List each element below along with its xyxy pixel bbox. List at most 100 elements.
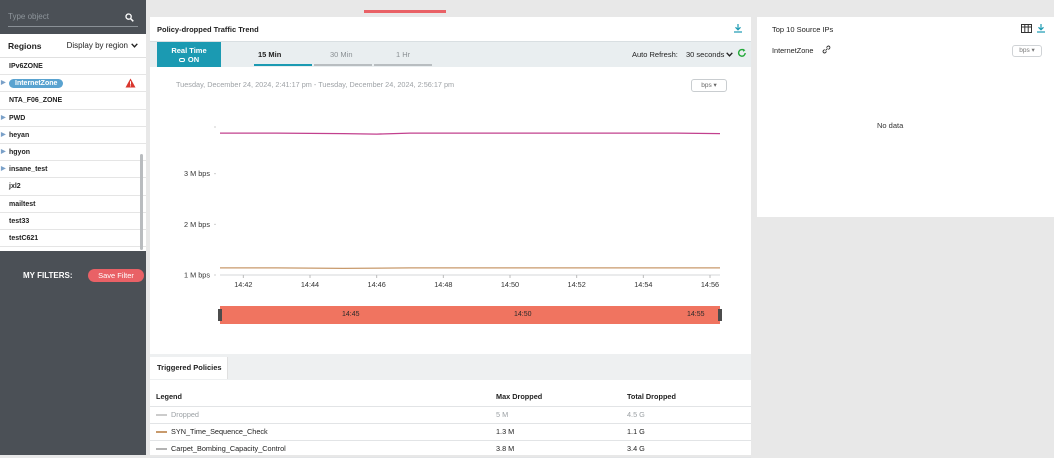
max-dropped-cell: 3.8 M xyxy=(490,440,621,458)
navigator-label: 14:45 xyxy=(342,311,360,318)
object-search xyxy=(8,12,138,27)
time-navigator[interactable]: 14:45 14:50 14:55 xyxy=(218,306,722,324)
total-dropped-cell: 4.5 G xyxy=(621,406,751,424)
traffic-trend-panel: Policy-dropped Traffic Trend Real Time O… xyxy=(150,17,751,458)
column-header-max-dropped: Max Dropped xyxy=(490,387,621,407)
regions-panel: Regions Display by region IPv6ZONE ▶ Inter… xyxy=(0,34,146,251)
y-tick-mark xyxy=(214,274,216,276)
x-tick-label: 14:54 xyxy=(634,280,652,289)
x-tick-label: 14:56 xyxy=(701,280,719,289)
regions-title: Regions xyxy=(8,40,42,51)
table-row[interactable]: SYN_Time_Sequence_Check 1.3 M 1.1 G xyxy=(150,423,751,441)
sidebar: Regions Display by region IPv6ZONE▶Inter… xyxy=(0,0,146,455)
zone-label: InternetZone xyxy=(772,46,814,55)
max-dropped-cell: 5 M xyxy=(490,406,621,424)
expand-caret-icon[interactable]: ▶ xyxy=(1,75,6,92)
column-header-total-dropped: Total Dropped xyxy=(621,387,751,407)
max-dropped-cell: 1.3 M xyxy=(490,423,621,441)
x-tick-label: 14:46 xyxy=(368,280,386,289)
legend-label: Dropped xyxy=(171,410,199,419)
x-tick-label: 14:52 xyxy=(568,280,586,289)
series-line xyxy=(220,267,720,270)
legend-cell: Dropped xyxy=(150,406,490,424)
region-item[interactable]: jxl2 xyxy=(0,178,146,196)
top-source-ips-panel: Top 10 Source IPs InternetZone bps ▾ No … xyxy=(757,17,1054,217)
table-row[interactable]: Dropped 5 M 4.5 G xyxy=(150,406,751,424)
triggered-policies-table: Legend Max Dropped Total Dropped Dropped… xyxy=(150,387,751,458)
empty-state-text: No data xyxy=(877,121,904,130)
display-by-region-dropdown[interactable]: Display by region xyxy=(67,41,138,50)
region-label: NTA_F06_ZONE xyxy=(9,97,63,105)
save-filter-button[interactable]: Save Filter xyxy=(88,269,144,282)
y-tick-label: 1 M bps xyxy=(184,271,210,280)
x-tick-label: 14:42 xyxy=(234,280,252,289)
region-item[interactable]: NTA_F06_ZONE xyxy=(0,92,146,110)
region-label: insane_test xyxy=(9,166,48,174)
unit-dropdown[interactable]: bps ▾ xyxy=(1012,45,1042,57)
region-label: test33 xyxy=(9,217,30,225)
column-header-legend: Legend xyxy=(150,387,490,407)
policies-tab-strip xyxy=(150,354,751,380)
panel-title: Top 10 Source IPs xyxy=(772,25,834,34)
legend-label: Carpet_Bombing_Capacity_Control xyxy=(171,444,286,453)
region-item[interactable]: ▶ insane_test xyxy=(0,161,146,179)
expand-caret-icon[interactable]: ▶ xyxy=(1,127,6,144)
region-item[interactable]: ▶ heyan xyxy=(0,127,146,144)
search-input[interactable] xyxy=(8,12,118,21)
region-item[interactable]: test33 xyxy=(0,213,146,230)
region-label: InternetZone xyxy=(9,79,64,89)
region-label: mailtest xyxy=(9,200,36,208)
region-label: hgyon xyxy=(9,148,30,156)
legend-cell: Carpet_Bombing_Capacity_Control xyxy=(150,440,490,458)
search-icon[interactable] xyxy=(125,13,134,24)
region-label: IPv6ZONE xyxy=(9,63,43,70)
legend-label: SYN_Time_Sequence_Check xyxy=(171,427,268,436)
expand-caret-icon[interactable]: ▶ xyxy=(1,161,6,178)
download-icon[interactable] xyxy=(1036,23,1046,35)
expand-caret-icon[interactable]: ▶ xyxy=(1,110,6,127)
legend-swatch xyxy=(156,414,167,417)
my-filters-label: MY FILTERS: xyxy=(23,271,73,280)
y-tick-mark xyxy=(214,173,216,175)
legend-swatch xyxy=(156,431,167,434)
legend-swatch xyxy=(156,448,167,451)
navigator-handle-right[interactable] xyxy=(718,309,722,321)
x-tick-label: 14:48 xyxy=(434,280,452,289)
expand-caret-icon[interactable]: ▶ xyxy=(1,144,6,161)
region-label: PWD xyxy=(9,114,26,122)
total-dropped-cell: 1.1 G xyxy=(621,423,751,441)
y-tick-label: 2 M bps xyxy=(184,220,210,229)
link-icon[interactable] xyxy=(822,45,831,56)
total-dropped-cell: 3.4 G xyxy=(621,440,751,458)
chevron-down-icon xyxy=(131,43,138,48)
region-item[interactable]: IPv6ZONE xyxy=(0,58,146,76)
table-header-row: Legend Max Dropped Total Dropped xyxy=(150,387,751,407)
region-item[interactable]: ▶ InternetZone xyxy=(0,75,146,93)
unit-value: bps xyxy=(1019,47,1030,54)
navigator-label: 14:50 xyxy=(514,311,532,318)
grid-icon[interactable] xyxy=(1021,24,1032,35)
display-by-region-label: Display by region xyxy=(66,41,128,50)
region-item[interactable]: ▶ hgyon xyxy=(0,144,146,162)
regions-header: Regions Display by region xyxy=(0,34,146,58)
series-line xyxy=(220,132,721,135)
legend-cell: SYN_Time_Sequence_Check xyxy=(150,423,490,441)
top-accent-bar xyxy=(364,10,446,13)
y-tick-label: 3 M bps xyxy=(184,169,210,178)
tab-triggered-policies[interactable]: Triggered Policies xyxy=(150,357,228,379)
table-row[interactable]: Carpet_Bombing_Capacity_Control 3.8 M 3.4 … xyxy=(150,440,751,458)
navigator-handle-left[interactable] xyxy=(218,309,222,321)
regions-scrollbar[interactable] xyxy=(140,154,143,250)
y-tick-mark xyxy=(214,126,216,128)
x-tick-label: 14:50 xyxy=(501,280,519,289)
region-label: heyan xyxy=(9,131,30,139)
region-item[interactable]: ▶ PWD xyxy=(0,110,146,127)
region-list: IPv6ZONE ▶ InternetZone NTA_F06_ZONE ▶ PWD ▶ he… xyxy=(0,58,146,248)
region-label: jxl2 xyxy=(9,183,21,191)
region-item[interactable]: mailtest xyxy=(0,196,146,213)
x-tick-label: 14:44 xyxy=(301,280,319,289)
region-item[interactable]: testC621 xyxy=(0,230,146,248)
region-label: testC621 xyxy=(9,234,39,242)
navigator-label: 14:55 xyxy=(687,311,705,318)
y-tick-mark xyxy=(214,223,216,225)
